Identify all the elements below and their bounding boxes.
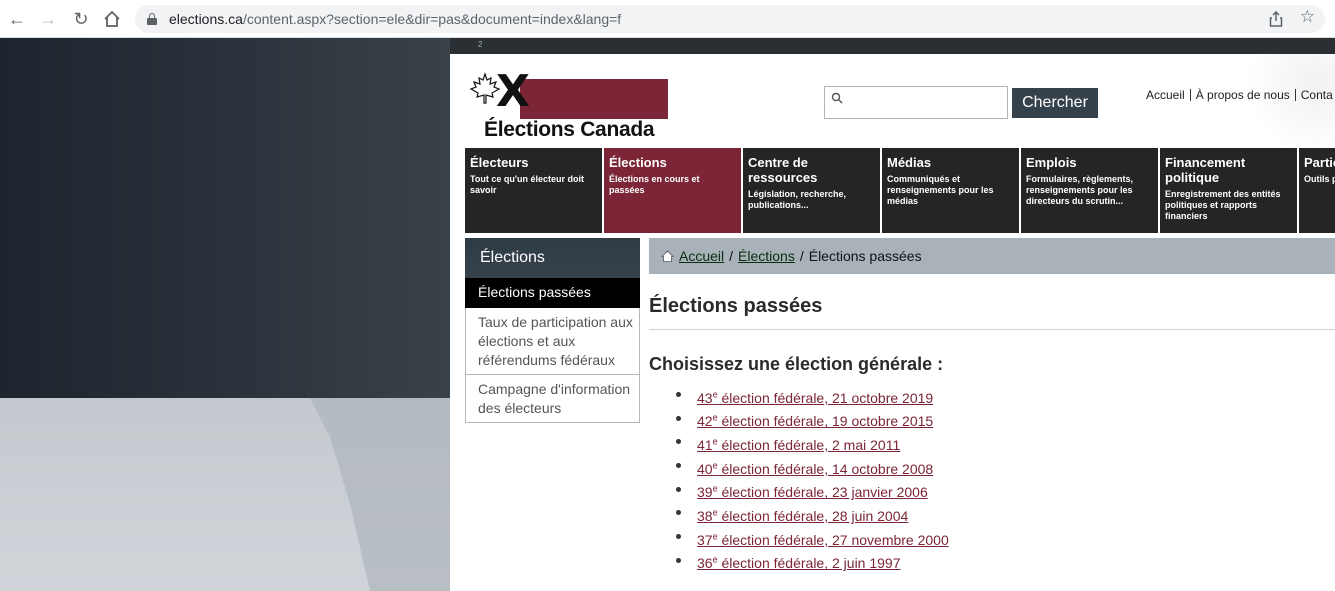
- sidebar-heading[interactable]: Élections: [465, 238, 640, 278]
- list-item: 43e élection fédérale, 21 octobre 2019: [676, 384, 1335, 408]
- search-input[interactable]: [824, 86, 1008, 119]
- election-link[interactable]: 38e élection fédérale, 28 juin 2004: [697, 507, 908, 524]
- nav-description: Enregistrement des entités politiques et…: [1165, 189, 1281, 221]
- nav-voters[interactable]: Électeurs Tout ce qu'un électeur doit sa…: [465, 148, 602, 233]
- nav-title: Emplois: [1026, 155, 1077, 170]
- toplink-about[interactable]: À propos de nous: [1196, 88, 1290, 102]
- nav-description: Tout ce qu'un électeur doit savoir: [470, 174, 584, 195]
- top-strip: 2: [450, 38, 1335, 54]
- separator: [1294, 89, 1296, 101]
- nav-political-financing[interactable]: Financement politique Enregistrement des…: [1160, 148, 1297, 233]
- nav-media[interactable]: Médias Communiqués et renseignements pou…: [882, 148, 1019, 233]
- nav-description: Élections en cours et passées: [609, 174, 700, 195]
- election-link[interactable]: 43e élection fédérale, 21 octobre 2019: [697, 389, 933, 406]
- web-page: 2 X Élections Canada Chercher Accueil À p…: [450, 38, 1335, 591]
- election-link[interactable]: 39e élection fédérale, 23 janvier 2006: [697, 484, 928, 501]
- nav-title: Partic politi: [1304, 155, 1335, 170]
- back-arrow-icon[interactable]: ←: [6, 8, 28, 30]
- breadcrumb-current: Élections passées: [808, 248, 922, 264]
- nav-description: Formulaires, règlements, renseignements …: [1026, 174, 1134, 206]
- address-bar[interactable]: elections.ca/content.aspx?section=ele&di…: [135, 5, 1325, 33]
- home-icon: [661, 250, 674, 262]
- elections-canada-logo[interactable]: X Élections Canada: [468, 66, 674, 141]
- toplink-contact[interactable]: Conta: [1301, 88, 1333, 102]
- page-title: Élections passées: [649, 295, 1335, 330]
- url-text: elections.ca/content.aspx?section=ele&di…: [169, 11, 622, 27]
- election-link[interactable]: 36e élection fédérale, 2 juin 1997: [697, 555, 901, 572]
- share-icon[interactable]: [1269, 11, 1283, 27]
- top-links: Accueil À propos de nous Conta: [1146, 88, 1333, 102]
- logo-text: Élections Canada: [484, 118, 655, 141]
- list-item: 38e élection fédérale, 28 juin 2004: [676, 502, 1335, 526]
- browser-toolbar: ← → ↻ elections.ca/content.aspx?section=…: [0, 0, 1335, 38]
- forward-arrow-icon[interactable]: →: [37, 8, 59, 30]
- list-item: 39e élection fédérale, 23 janvier 2006: [676, 479, 1335, 503]
- sidebar-item-past-elections[interactable]: Élections passées: [465, 278, 640, 308]
- nav-political-participants[interactable]: Partic politi Outils p candid circons: [1299, 148, 1335, 233]
- election-link[interactable]: 40e élection fédérale, 14 octobre 2008: [697, 460, 933, 477]
- main-navigation: Électeurs Tout ce qu'un électeur doit sa…: [465, 148, 1335, 233]
- breadcrumb-separator: /: [729, 248, 734, 264]
- nav-jobs[interactable]: Emplois Formulaires, règlements, renseig…: [1021, 148, 1158, 233]
- breadcrumb-home-link[interactable]: Accueil: [679, 248, 724, 264]
- section-heading: Choisissez une élection générale :: [649, 354, 944, 374]
- breadcrumb-elections-link[interactable]: Élections: [738, 248, 795, 264]
- list-item: 36e élection fédérale, 2 juin 1997: [676, 550, 1335, 574]
- separator: [1189, 89, 1191, 101]
- main-content: Accueil / Élections / Élections passées …: [649, 238, 1335, 574]
- sidebar: Élections Élections passées Taux de part…: [465, 238, 640, 423]
- election-link[interactable]: 41e élection fédérale, 2 mai 2011: [697, 436, 900, 453]
- search-icon: [831, 92, 843, 104]
- lock-icon: [147, 13, 157, 25]
- home-icon[interactable]: [101, 8, 123, 30]
- nav-title: Élections: [609, 155, 667, 170]
- decorative-swirl: [1245, 54, 1335, 154]
- nav-title: Électeurs: [470, 155, 529, 170]
- election-link[interactable]: 37e élection fédérale, 27 novembre 2000: [697, 531, 949, 548]
- sidebar-item-information-campaign[interactable]: Campagne d'information des électeurs: [465, 375, 640, 423]
- search-button[interactable]: Chercher: [1012, 88, 1098, 118]
- sidebar-item-voter-turnout[interactable]: Taux de participation aux élections et a…: [465, 308, 640, 375]
- nav-title: Centre de ressources: [748, 155, 818, 185]
- breadcrumb-separator: /: [799, 248, 804, 264]
- nav-description: Outils p candid circons: [1304, 174, 1335, 184]
- breadcrumb: Accueil / Élections / Élections passées: [649, 238, 1335, 274]
- nav-description: Communiqués et renseignements pour les m…: [887, 174, 994, 206]
- list-item: 37e élection fédérale, 27 novembre 2000: [676, 526, 1335, 550]
- list-item: 42e élection fédérale, 19 octobre 2015: [676, 408, 1335, 432]
- toplink-home[interactable]: Accueil: [1146, 88, 1185, 102]
- election-link[interactable]: 42e élection fédérale, 19 octobre 2015: [697, 413, 933, 430]
- logo-banner: [520, 79, 668, 119]
- reload-icon[interactable]: ↻: [70, 8, 92, 30]
- nav-elections[interactable]: Élections Élections en cours et passées: [604, 148, 741, 233]
- background-dark: [0, 38, 450, 398]
- logo-x-mark: X: [496, 66, 530, 117]
- election-list: 43e élection fédérale, 21 octobre 2019 4…: [649, 384, 1335, 574]
- nav-resource-centre[interactable]: Centre de ressources Législation, recher…: [743, 148, 880, 233]
- bookmark-star-icon[interactable]: ☆: [1300, 7, 1315, 27]
- nav-title: Médias: [887, 155, 932, 170]
- list-item: 40e élection fédérale, 14 octobre 2008: [676, 455, 1335, 479]
- nav-description: Législation, recherche, publications...: [748, 189, 847, 210]
- nav-title: Financement politique: [1165, 155, 1246, 185]
- list-item: 41e élection fédérale, 2 mai 2011: [676, 431, 1335, 455]
